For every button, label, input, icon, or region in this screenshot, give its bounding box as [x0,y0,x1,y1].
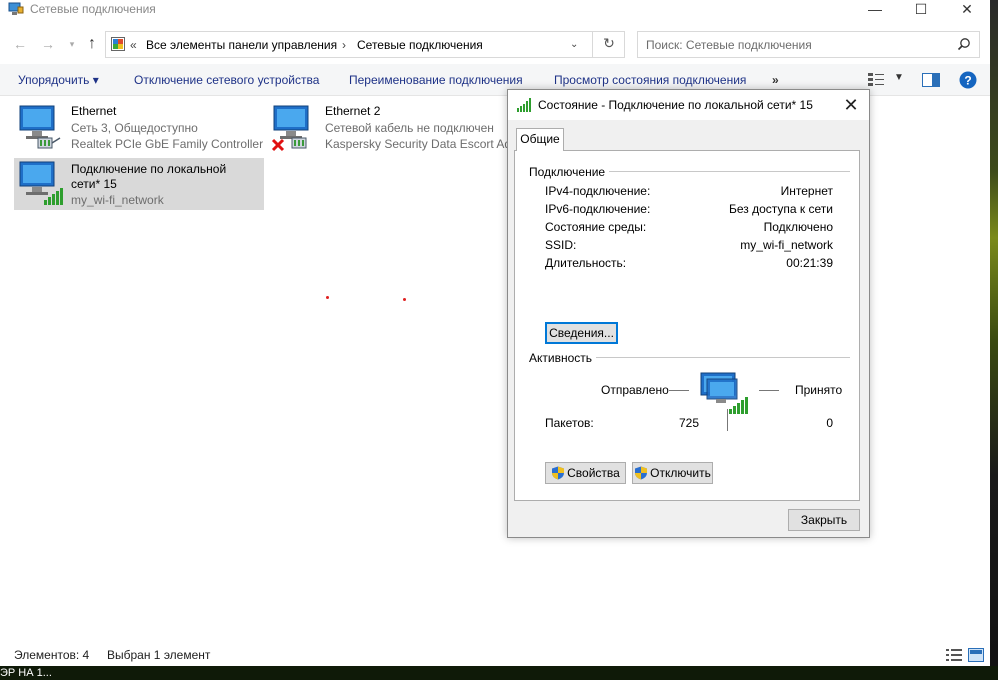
dialog-close-icon[interactable]: ✕ [839,94,863,116]
details-button[interactable]: Сведения... [545,322,618,344]
minimize-button[interactable]: — [852,0,898,20]
connection-status: Сеть 3, Общедоступно [71,121,198,135]
search-placeholder: Поиск: Сетевые подключения [646,38,812,52]
activity-group-label: Активность [529,351,597,365]
activity-group-divider [593,357,850,358]
sent-label: Отправлено [601,383,669,397]
svg-text:?: ? [964,74,971,88]
connection-device: Realtek PCIe GbE Family Controller [71,137,264,151]
marker-dot [403,298,406,301]
title-bar: Сетевые подключения — ☐ ✕ [0,0,990,30]
status-bar: Элементов: 4 Выбран 1 элемент [0,645,990,666]
address-dropdown-icon[interactable]: ⌄ [570,39,578,50]
disable-label: Отключить [650,466,711,480]
network-adapter-icon [19,105,61,149]
maximize-button[interactable]: ☐ [898,0,944,20]
preview-pane-icon[interactable] [922,73,940,87]
uac-shield-icon [635,466,648,480]
rename-connection-button[interactable]: Переименование подключения [349,73,523,87]
network-connections-icon [8,2,24,15]
signal-bars-icon [517,98,531,112]
items-count: Элементов: 4 [14,648,90,662]
received-line [759,390,779,391]
up-arrow-icon[interactable]: ↑ [84,36,100,52]
search-input[interactable]: Поиск: Сетевые подключения [637,31,980,58]
organize-button[interactable]: Упорядочить ▾ [18,73,99,87]
connection-ethernet[interactable]: Ethernet Сеть 3, Общедоступно Realtek PC… [14,104,264,156]
packets-sent-value: 725 [678,416,699,430]
ipv6-label: IPv6-подключение: [545,202,651,216]
connection-name-line2: сети* 15 [71,177,117,191]
connection-status: Сетевой кабель не подключен [325,121,494,135]
back-arrow-icon[interactable]: ← [12,36,28,52]
close-window-button[interactable]: ✕ [944,0,990,20]
activity-divider [727,409,728,431]
duration-value: 00:21:39 [786,256,833,270]
ssid-label: SSID: [545,238,577,252]
address-overflow[interactable]: « [130,38,137,52]
dialog-title: Состояние - Подключение по локальной сет… [538,98,813,112]
packets-label: Пакетов: [545,416,594,430]
desktop-background [990,0,998,680]
wifi-adapter-icon [19,161,63,205]
properties-button[interactable]: Свойства [545,462,626,484]
help-icon[interactable]: ? [959,71,977,89]
selected-count: Выбран 1 элемент [107,648,211,662]
ipv6-value: Без доступа к сети [729,202,833,216]
connection-name: Ethernet 2 [325,104,381,118]
taskbar: ЭР НА 1... [0,666,998,680]
sent-line [669,390,689,391]
details-view-icon[interactable] [946,648,962,662]
taskbar-label[interactable]: ЭР НА 1... [0,666,52,680]
received-label: Принято [795,383,843,397]
dialog-title-bar: Состояние - Подключение по локальной сет… [508,90,869,120]
connection-group-label: Подключение [529,165,610,179]
view-status-button[interactable]: Просмотр состояния подключения [554,73,746,87]
general-tab-panel: Подключение IPv4-подключение: Интернет I… [514,150,860,501]
window-title: Сетевые подключения [30,2,156,16]
connection-group-divider [605,171,850,172]
breadcrumb-control-panel[interactable]: Все элементы панели управления [146,38,337,52]
connection-ssid: my_wi-fi_network [71,193,164,207]
media-state-value: Подключено [763,220,833,234]
connection-device: Kaspersky Security Data Escort Ad... [325,137,522,151]
close-button[interactable]: Закрыть [788,509,860,531]
large-icons-view-icon[interactable] [968,648,984,662]
forward-arrow-icon[interactable]: → [40,36,56,52]
packets-received-value: 0 [826,416,833,430]
control-panel-icon [111,37,125,51]
uac-shield-icon [552,466,565,480]
status-dialog: Состояние - Подключение по локальной сет… [507,89,870,538]
ssid-value: my_wi-fi_network [740,238,833,252]
connection-ethernet-2[interactable]: Ethernet 2 Сетевой кабель не подключен K… [268,104,521,156]
ipv4-label: IPv4-подключение: [545,184,651,198]
properties-label: Свойства [567,466,620,480]
breadcrumb-separator-icon[interactable]: › [342,38,346,52]
search-icon[interactable] [957,37,971,51]
connection-name: Ethernet [71,104,117,118]
disable-device-button[interactable]: Отключение сетевого устройства [134,73,319,87]
marker-dot [326,296,329,299]
more-commands-button[interactable]: » [772,73,779,87]
network-adapter-disconnected-icon [271,105,309,152]
connection-wifi-local-15[interactable]: Подключение по локальной сети* 15 my_wi-… [14,158,264,210]
media-state-label: Состояние среды: [545,220,647,234]
duration-label: Длительность: [545,256,627,270]
recent-chevron-icon[interactable]: ▾ [64,36,80,52]
breadcrumb-network-connections[interactable]: Сетевые подключения [357,38,483,52]
view-options-dropdown-icon[interactable]: ▼ [894,72,904,83]
change-view-icon[interactable] [868,73,884,87]
tab-general[interactable]: Общие [516,128,564,151]
refresh-icon[interactable]: ↻ [592,31,625,58]
address-bar[interactable]: « Все элементы панели управления › Сетев… [105,31,625,58]
connection-name-line1: Подключение по локальной [71,162,227,176]
computer-activity-icon [700,372,748,414]
disable-button[interactable]: Отключить [632,462,713,484]
ipv4-value: Интернет [780,184,833,198]
